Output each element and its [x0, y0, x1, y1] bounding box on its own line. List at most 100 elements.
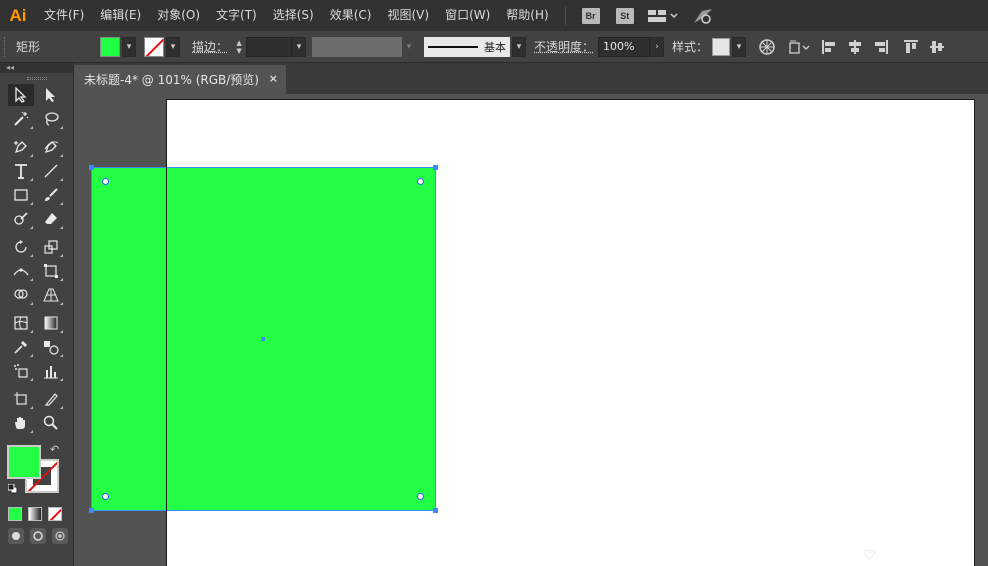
selection-handle-top-right[interactable] — [433, 165, 438, 170]
type-tool-icon[interactable] — [8, 160, 34, 182]
bridge-button[interactable]: Br — [581, 7, 600, 24]
shaper-tool-icon[interactable] — [8, 208, 34, 230]
style-label: 样式： — [672, 40, 709, 54]
ai-logo: Ai — [9, 5, 27, 25]
recolor-artwork-icon[interactable] — [756, 36, 778, 58]
fill-well[interactable] — [7, 445, 41, 479]
tools-panel: ◂◂ ↶ — [0, 63, 74, 566]
pen-tool-icon[interactable] — [8, 136, 34, 158]
draw-normal-icon[interactable] — [8, 528, 24, 544]
stroke-swatch[interactable] — [144, 36, 164, 57]
brush-definition[interactable]: 基本 — [424, 36, 511, 57]
menu-type[interactable]: 文字(T) — [208, 0, 265, 31]
menu-separator — [564, 6, 566, 25]
tools-panel-collapse[interactable]: ◂◂ — [0, 63, 73, 73]
rectangle-center-point — [261, 337, 265, 341]
align-horizontal-center-icon[interactable] — [844, 36, 866, 58]
hand-tool-icon[interactable] — [8, 412, 34, 434]
stroke-weight-dropdown-icon[interactable]: ▾ — [292, 36, 307, 57]
default-fill-stroke-icon[interactable] — [7, 483, 18, 494]
stroke-weight-input[interactable] — [246, 36, 293, 57]
blend-tool-icon[interactable] — [38, 336, 64, 358]
perspective-grid-tool-icon[interactable] — [38, 284, 64, 306]
curvature-tool-icon[interactable] — [38, 136, 64, 158]
eraser-tool-icon[interactable] — [38, 208, 64, 230]
rotate-tool-icon[interactable] — [8, 236, 34, 258]
align-right-icon[interactable] — [870, 36, 892, 58]
opacity-arrow-icon[interactable]: › — [650, 36, 665, 57]
menu-bar: Ai 文件(F) 编辑(E) 对象(O) 文字(T) 选择(S) 效果(C) 视… — [0, 0, 988, 31]
width-tool-icon[interactable] — [8, 260, 34, 282]
eyedropper-tool-icon[interactable] — [8, 336, 34, 358]
brush-definition-dropdown-icon[interactable]: ▾ — [512, 36, 527, 57]
menu-edit[interactable]: 编辑(E) — [92, 0, 149, 31]
artboard-tool-icon[interactable] — [8, 388, 34, 410]
align-vertical-center-icon[interactable] — [926, 36, 948, 58]
shape-builder-tool-icon[interactable] — [8, 284, 34, 306]
graphic-style-swatch[interactable] — [712, 37, 731, 56]
corner-radius-widget[interactable] — [417, 178, 424, 185]
menu-select[interactable]: 选择(S) — [265, 0, 322, 31]
arrange-documents-icon[interactable] — [647, 9, 678, 23]
variable-width-profile[interactable] — [312, 36, 403, 57]
gradient-mode-icon[interactable] — [28, 507, 42, 521]
direct-selection-tool-icon[interactable] — [38, 84, 64, 106]
close-tab-icon[interactable]: × — [269, 72, 278, 85]
fill-stroke-wells: ↶ — [0, 441, 73, 503]
fill-swatch[interactable] — [100, 36, 120, 57]
transform-options-icon[interactable] — [788, 36, 810, 58]
scale-tool-icon[interactable] — [38, 236, 64, 258]
menu-help[interactable]: 帮助(H) — [498, 0, 556, 31]
align-top-icon[interactable] — [900, 36, 922, 58]
symbol-sprayer-tool-icon[interactable] — [8, 360, 34, 382]
menu-object[interactable]: 对象(O) — [149, 0, 208, 31]
column-graph-tool-icon[interactable] — [38, 360, 64, 382]
color-mode-icon[interactable] — [8, 507, 22, 521]
selection-handle-top-left[interactable] — [89, 165, 94, 170]
opacity-input[interactable]: 100% — [598, 36, 651, 57]
stroke-label[interactable]: 描边： — [192, 38, 228, 55]
document-tab-title: 未标题-4* @ 101% (RGB/预览) — [84, 73, 259, 87]
stroke-color-dropdown-icon[interactable]: ▾ — [166, 36, 180, 57]
none-mode-icon[interactable] — [48, 507, 62, 521]
current-tool-name: 矩形 — [16, 40, 41, 54]
selection-tool-icon[interactable] — [8, 84, 34, 106]
variable-width-dropdown-icon[interactable]: ▾ — [402, 36, 417, 57]
graphic-style-dropdown-icon[interactable]: ▾ — [732, 36, 747, 57]
slice-tool-icon[interactable] — [38, 388, 64, 410]
stock-button[interactable]: St — [615, 7, 634, 24]
gpu-performance-icon[interactable] — [692, 7, 714, 25]
menu-window[interactable]: 窗口(W) — [437, 0, 498, 31]
canvas[interactable]: ♡ — [75, 94, 988, 566]
free-transform-tool-icon[interactable] — [38, 260, 64, 282]
paintbrush-tool-icon[interactable] — [38, 184, 64, 206]
align-left-icon[interactable] — [818, 36, 840, 58]
selection-handle-bottom-left[interactable] — [89, 508, 94, 513]
corner-radius-widget[interactable] — [102, 178, 109, 185]
line-segment-tool-icon[interactable] — [38, 160, 64, 182]
gradient-tool-icon[interactable] — [38, 312, 64, 334]
draw-behind-icon[interactable] — [30, 528, 46, 544]
stroke-weight-stepper[interactable]: ▲ ▼ — [232, 37, 246, 57]
fill-dropdown-icon[interactable]: ▾ — [122, 36, 136, 57]
document-tab[interactable]: 未标题-4* @ 101% (RGB/预览) × — [74, 65, 286, 94]
selection-handle-bottom-right[interactable] — [433, 508, 438, 513]
corner-radius-widget[interactable] — [102, 493, 109, 500]
swap-fill-stroke-icon[interactable]: ↶ — [50, 443, 59, 456]
control-bar: 矩形 ▾ ▾ 描边： ▲ ▼ ▾ ▾ 基本 ▾ 不透明度： 100% › 样式： … — [0, 31, 988, 63]
zoom-tool-icon[interactable] — [38, 412, 64, 434]
tools-panel-grip[interactable] — [0, 73, 73, 83]
brush-definition-label: 基本 — [484, 40, 507, 54]
corner-radius-widget[interactable] — [417, 493, 424, 500]
rectangle-tool-icon[interactable] — [8, 184, 34, 206]
lasso-tool-icon[interactable] — [38, 108, 64, 130]
magic-wand-tool-icon[interactable] — [8, 108, 34, 130]
artboard-left-edge — [166, 167, 167, 511]
brush-line-preview — [428, 45, 479, 48]
draw-inside-icon[interactable] — [52, 528, 68, 544]
menu-effect[interactable]: 效果(C) — [322, 0, 380, 31]
menu-file[interactable]: 文件(F) — [36, 0, 92, 31]
mesh-tool-icon[interactable] — [8, 312, 34, 334]
opacity-label[interactable]: 不透明度： — [534, 38, 594, 55]
menu-view[interactable]: 视图(V) — [379, 0, 437, 31]
